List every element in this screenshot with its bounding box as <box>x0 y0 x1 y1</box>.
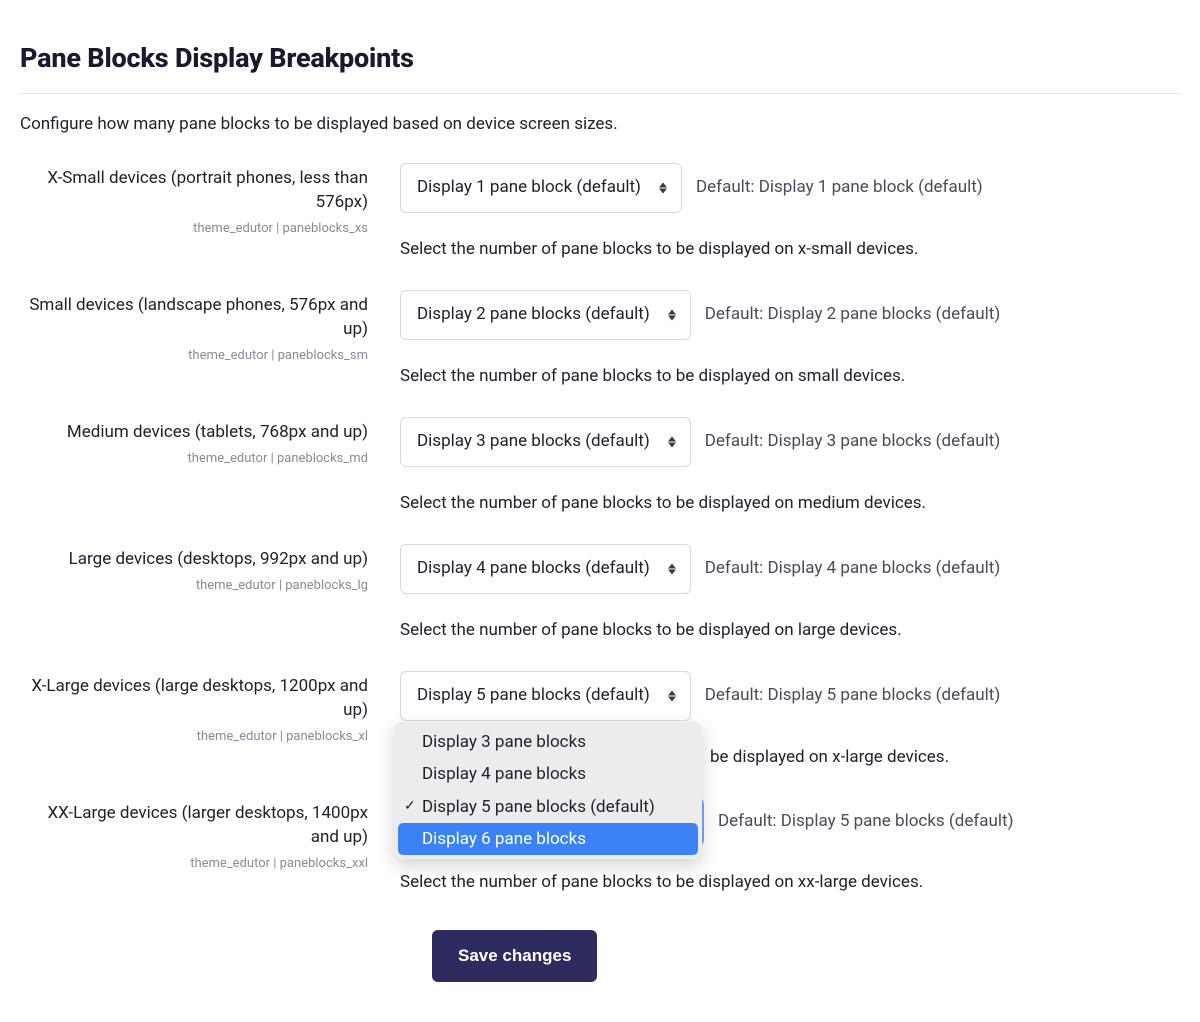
help-text: Select the number of pane blocks to be d… <box>400 237 1180 263</box>
default-hint: Default: Display 4 pane blocks (default) <box>705 556 1000 582</box>
default-hint: Default: Display 5 pane blocks (default) <box>718 809 1013 835</box>
setting-row-sm: Small devices (landscape phones, 576px a… <box>20 290 1180 389</box>
setting-key: theme_edutor | paneblocks_xl <box>20 727 368 747</box>
dropdown-option[interactable]: ✓ Display 5 pane blocks (default) <box>398 791 698 823</box>
dropdown-option[interactable]: Display 6 pane blocks <box>398 823 698 855</box>
select-paneblocks-xl[interactable]: Display 5 pane blocks (default) <box>400 671 691 721</box>
setting-label: XX-Large devices (larger desktops, 1400p… <box>20 802 368 850</box>
setting-label: X-Large devices (large desktops, 1200px … <box>20 675 368 723</box>
setting-label: Large devices (desktops, 992px and up) <box>20 548 368 572</box>
select-value: Display 2 pane blocks (default) <box>417 302 650 328</box>
select-value: Display 4 pane blocks (default) <box>417 556 650 582</box>
dropdown-option-label: Display 6 pane blocks <box>422 826 586 852</box>
setting-key: theme_edutor | paneblocks_lg <box>20 576 368 596</box>
dropdown-option-label: Display 4 pane blocks <box>422 761 586 787</box>
default-hint: Default: Display 2 pane blocks (default) <box>705 302 1000 328</box>
help-text: Select the number of pane blocks to be d… <box>400 491 1180 517</box>
page-description: Configure how many pane blocks to be dis… <box>20 112 1180 138</box>
setting-row-md: Medium devices (tablets, 768px and up) t… <box>20 417 1180 516</box>
dropdown-option-label: Display 3 pane blocks <box>422 729 586 755</box>
dropdown-option-label: Display 5 pane blocks (default) <box>422 794 655 820</box>
setting-key: theme_edutor | paneblocks_md <box>20 449 368 469</box>
select-value: Display 1 pane block (default) <box>417 175 641 201</box>
default-hint: Default: Display 1 pane block (default) <box>696 175 983 201</box>
select-value: Display 3 pane blocks (default) <box>417 429 650 455</box>
select-arrows-icon <box>668 309 676 320</box>
save-button[interactable]: Save changes <box>432 930 597 982</box>
default-hint: Default: Display 5 pane blocks (default) <box>705 683 1000 709</box>
select-paneblocks-xxl[interactable]: Display 3 pane blocks Display 4 pane blo… <box>400 798 704 846</box>
page-title: Pane Blocks Display Breakpoints <box>20 38 1180 79</box>
default-hint: Default: Display 3 pane blocks (default) <box>705 429 1000 455</box>
select-paneblocks-sm[interactable]: Display 2 pane blocks (default) <box>400 290 691 340</box>
select-arrows-icon <box>668 690 676 701</box>
setting-row-xs: X-Small devices (portrait phones, less t… <box>20 163 1180 262</box>
select-paneblocks-xs[interactable]: Display 1 pane block (default) <box>400 163 682 213</box>
setting-row-xxl: XX-Large devices (larger desktops, 1400p… <box>20 798 1180 896</box>
select-value: Display 5 pane blocks (default) <box>417 683 650 709</box>
setting-key: theme_edutor | paneblocks_xs <box>20 219 368 239</box>
setting-key: theme_edutor | paneblocks_sm <box>20 346 368 366</box>
dropdown-option[interactable]: Display 3 pane blocks <box>398 726 698 758</box>
setting-label: Small devices (landscape phones, 576px a… <box>20 294 368 342</box>
help-text: Select the number of pane blocks to be d… <box>400 364 1180 390</box>
select-paneblocks-lg[interactable]: Display 4 pane blocks (default) <box>400 544 691 594</box>
setting-label: X-Small devices (portrait phones, less t… <box>20 167 368 215</box>
divider <box>20 93 1180 94</box>
select-paneblocks-md[interactable]: Display 3 pane blocks (default) <box>400 417 691 467</box>
setting-key: theme_edutor | paneblocks_xxl <box>20 854 368 874</box>
select-arrows-icon <box>668 436 676 447</box>
dropdown-option[interactable]: Display 4 pane blocks <box>398 758 698 790</box>
select-arrows-icon <box>668 563 676 574</box>
help-text: Select the number of pane blocks to be d… <box>400 870 1180 896</box>
select-arrows-icon <box>659 182 667 193</box>
setting-row-lg: Large devices (desktops, 992px and up) t… <box>20 544 1180 643</box>
select-dropdown: Display 3 pane blocks Display 4 pane blo… <box>394 722 702 859</box>
help-text: Select the number of pane blocks to be d… <box>400 618 1180 644</box>
check-icon: ✓ <box>404 796 416 818</box>
setting-label: Medium devices (tablets, 768px and up) <box>20 421 368 445</box>
